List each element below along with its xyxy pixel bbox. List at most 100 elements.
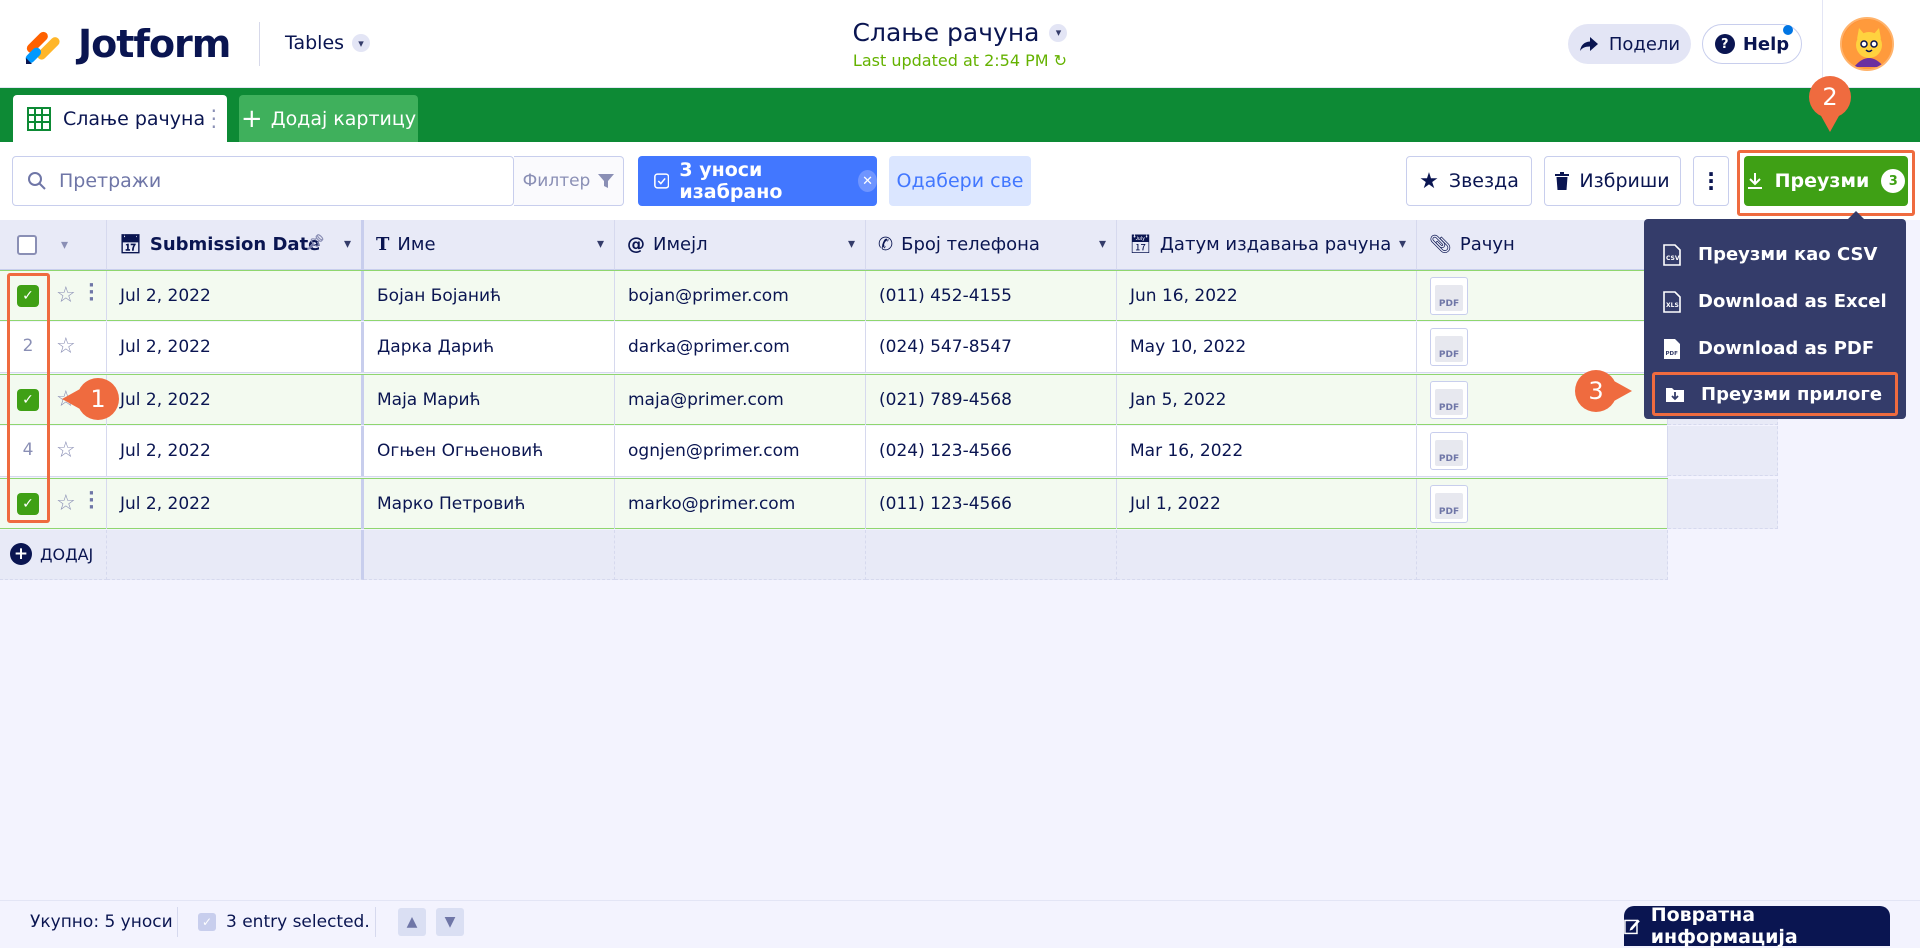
callout-2: 2 bbox=[1809, 76, 1851, 118]
cell-invoice-date[interactable]: Jul 1, 2022 bbox=[1117, 479, 1417, 529]
download-csv-item[interactable]: CSV Преузми као CSV bbox=[1644, 231, 1906, 278]
brand-name[interactable]: Jotform bbox=[78, 22, 231, 66]
column-header-name[interactable]: T Име ▾ bbox=[364, 220, 615, 270]
cell-date[interactable]: Jul 2, 2022 bbox=[107, 426, 364, 476]
star-label: Звезда bbox=[1448, 170, 1519, 192]
pin-icon[interactable]: 📌︎ bbox=[306, 233, 325, 251]
table-row[interactable]: 4 ☆ Jul 2, 2022 Огњен Огњеновић ognjen@prime… bbox=[0, 426, 1778, 477]
jotform-logo-icon[interactable] bbox=[22, 24, 64, 66]
feedback-button[interactable]: Повратна информација bbox=[1624, 904, 1890, 948]
cell-name[interactable]: Маја Марић bbox=[364, 375, 615, 425]
row-more-icon[interactable]: ··· bbox=[88, 277, 95, 309]
star-button[interactable]: ★ Звезда bbox=[1406, 156, 1532, 206]
cell-email[interactable]: ognjen@primer.com bbox=[615, 426, 866, 476]
cell-email[interactable]: bojan@primer.com bbox=[615, 271, 866, 321]
cell-invoice-date[interactable]: Jan 5, 2022 bbox=[1117, 375, 1417, 425]
more-options-button[interactable]: · · · bbox=[1693, 156, 1729, 206]
cell-email[interactable]: maja@primer.com bbox=[615, 375, 866, 425]
share-label: Подели bbox=[1608, 33, 1681, 55]
cell-phone[interactable]: (024) 547-8547 bbox=[866, 322, 1117, 372]
column-header-submission-date[interactable]: 📅︎ Submission Date 📌︎ ▾ bbox=[107, 220, 364, 270]
select-all-checkbox[interactable] bbox=[17, 234, 37, 255]
column-header-invoice[interactable]: 📎︎ Рачун bbox=[1417, 220, 1668, 270]
cell-email[interactable]: darka@primer.com bbox=[615, 322, 866, 372]
search-input[interactable] bbox=[59, 157, 499, 205]
cell-file[interactable]: PDF bbox=[1417, 322, 1668, 372]
avatar[interactable] bbox=[1840, 17, 1894, 71]
cell-file[interactable]: PDF bbox=[1417, 271, 1668, 321]
star-outline-icon[interactable]: ☆ bbox=[56, 283, 76, 308]
form-title[interactable]: Слање рачуна ▾ bbox=[853, 18, 1068, 47]
cell-date[interactable]: Jul 2, 2022 bbox=[107, 322, 364, 372]
star-outline-icon[interactable]: ☆ bbox=[56, 438, 76, 463]
delete-button[interactable]: Избриши bbox=[1544, 156, 1681, 206]
refresh-icon[interactable]: ↻ bbox=[1054, 51, 1067, 70]
chevron-down-icon: ▾ bbox=[1049, 23, 1068, 42]
cell-name[interactable]: Огњен Огњеновић bbox=[364, 426, 615, 476]
select-all-button[interactable]: Одабери све bbox=[889, 156, 1031, 206]
cell-name[interactable]: Бојан Бојанић bbox=[364, 271, 615, 321]
previous-entry-button[interactable]: ▲ bbox=[398, 908, 426, 936]
calendar-icon: 📅︎ bbox=[1129, 234, 1152, 255]
cell-date[interactable]: Jul 2, 2022 bbox=[107, 375, 364, 425]
pdf-file-icon[interactable]: PDF bbox=[1430, 432, 1468, 470]
plus-icon: + bbox=[240, 103, 263, 134]
add-row-button[interactable]: + ДОДАЈ bbox=[10, 543, 93, 565]
column-header-phone[interactable]: ✆ Број телефона ▾ bbox=[866, 220, 1117, 270]
column-header-invoice-date[interactable]: 📅︎ Датум издавања рачуна ▾ bbox=[1117, 220, 1417, 270]
download-excel-item[interactable]: XLS Download as Excel bbox=[1644, 278, 1906, 325]
add-tab-button[interactable]: + Додај картицу bbox=[239, 95, 418, 142]
table-row[interactable]: ✓ ☆ · · · Jul 2, 2022 Марко Петровић marko@prim… bbox=[0, 478, 1778, 529]
pdf-file-icon[interactable]: PDF bbox=[1430, 381, 1468, 419]
help-button[interactable]: ? Help bbox=[1702, 24, 1802, 64]
selected-entries-pill[interactable]: 3 уноси изабрано ✕ bbox=[638, 156, 877, 206]
cell-text: Jul 2, 2022 bbox=[120, 441, 211, 461]
cell-phone[interactable]: (024) 123-4566 bbox=[866, 426, 1117, 476]
download-attachments-item[interactable]: Преузми прилоге bbox=[1652, 372, 1898, 416]
chevron-down-icon[interactable]: ▾ bbox=[1399, 236, 1406, 252]
cell-date[interactable]: Jul 2, 2022 bbox=[107, 479, 364, 529]
star-outline-icon[interactable]: ☆ bbox=[56, 334, 76, 359]
chevron-down-icon[interactable]: ▾ bbox=[344, 236, 351, 252]
edit-note-icon bbox=[1624, 919, 1640, 935]
cell-phone[interactable]: (011) 452-4155 bbox=[866, 271, 1117, 321]
cell-text: bojan@primer.com bbox=[628, 286, 789, 306]
cell-name[interactable]: Марко Петровић bbox=[364, 479, 615, 529]
column-header-email[interactable]: @ Имејл ▾ bbox=[615, 220, 866, 270]
row-more-icon[interactable]: ··· bbox=[88, 485, 95, 517]
cell-name[interactable]: Дарка Дарић bbox=[364, 322, 615, 372]
top-bar: Jotform Tables ▾ Слање рачуна ▾ Last upd… bbox=[0, 0, 1920, 88]
tab-more-icon[interactable]: · · · bbox=[211, 101, 217, 137]
pdf-file-icon[interactable]: PDF bbox=[1430, 485, 1468, 523]
cell-invoice-date[interactable]: May 10, 2022 bbox=[1117, 322, 1417, 372]
share-button[interactable]: Подели bbox=[1568, 24, 1691, 64]
cell-file[interactable]: PDF bbox=[1417, 426, 1668, 476]
table-row[interactable]: 2 ☆ Jul 2, 2022 Дарка Дарић darka@primer.com… bbox=[0, 322, 1778, 373]
cell-email[interactable]: marko@primer.com bbox=[615, 479, 866, 529]
chevron-down-icon[interactable]: ▾ bbox=[848, 236, 855, 252]
star-outline-icon[interactable]: ☆ bbox=[56, 491, 76, 516]
filter-button[interactable]: Филтер bbox=[514, 156, 624, 206]
tables-label: Tables bbox=[285, 32, 345, 54]
table-row[interactable]: ✓ ☆ · · · Jul 2, 2022 Бојан Бојанић bojan@prime… bbox=[0, 270, 1778, 321]
cell-file[interactable]: PDF bbox=[1417, 479, 1668, 529]
pdf-file-icon[interactable]: PDF bbox=[1430, 277, 1468, 315]
download-pdf-item[interactable]: PDF Download as PDF bbox=[1644, 325, 1906, 372]
chevron-down-icon[interactable]: ▾ bbox=[1099, 236, 1106, 252]
cell-date[interactable]: Jul 2, 2022 bbox=[107, 271, 364, 321]
callout-1: 1 bbox=[77, 378, 119, 420]
tables-dropdown[interactable]: Tables ▾ bbox=[285, 32, 371, 54]
tab-invoices[interactable]: Слање рачуна · · · bbox=[13, 95, 227, 142]
chevron-down-icon[interactable]: ▾ bbox=[597, 236, 604, 252]
cell-phone[interactable]: (011) 123-4566 bbox=[866, 479, 1117, 529]
delete-label: Избриши bbox=[1579, 170, 1670, 192]
table-row[interactable]: ✓☆···Jul 2, 2022Маја Марићmaja@primer.co… bbox=[0, 374, 1778, 425]
chevron-down-icon[interactable]: ▾ bbox=[61, 237, 68, 253]
cell-text: Jan 5, 2022 bbox=[1130, 390, 1227, 410]
next-entry-button[interactable]: ▼ bbox=[436, 908, 464, 936]
cell-invoice-date[interactable]: Mar 16, 2022 bbox=[1117, 426, 1417, 476]
clear-selection-icon[interactable]: ✕ bbox=[858, 170, 877, 192]
cell-invoice-date[interactable]: Jun 16, 2022 bbox=[1117, 271, 1417, 321]
pdf-file-icon[interactable]: PDF bbox=[1430, 328, 1468, 366]
cell-phone[interactable]: (021) 789-4568 bbox=[866, 375, 1117, 425]
